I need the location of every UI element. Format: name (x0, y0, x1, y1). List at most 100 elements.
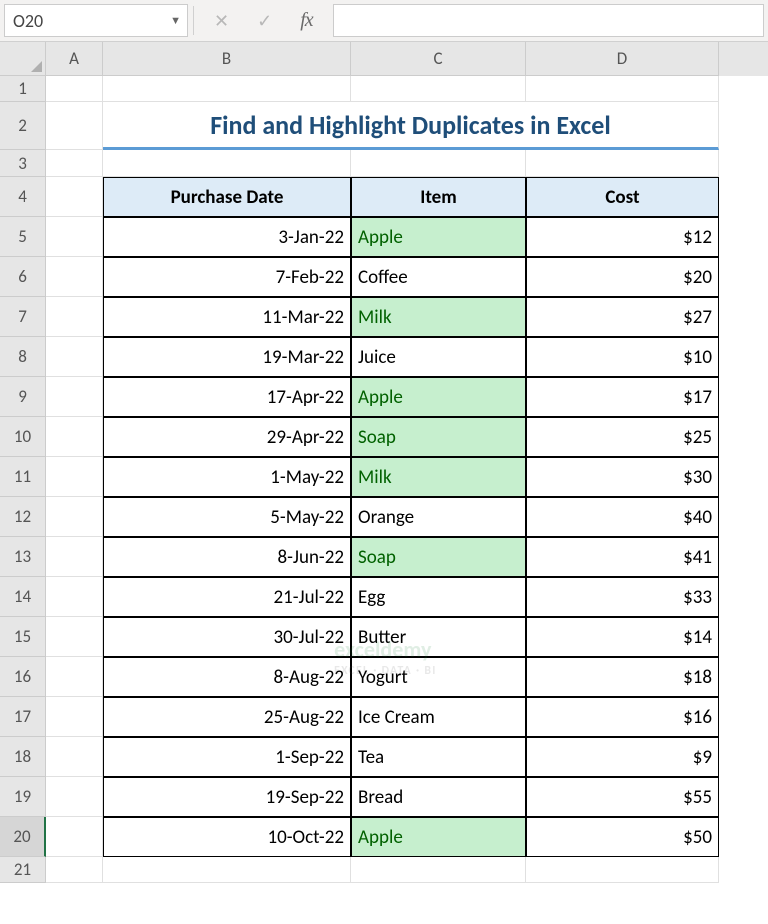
purchase-date-cell[interactable]: 11-Mar-22 (103, 297, 351, 337)
cost-cell[interactable]: $18 (526, 657, 719, 697)
purchase-date-cell[interactable]: 19-Sep-22 (103, 777, 351, 817)
cells-area[interactable]: exceldemy EXCEL · DATA · BI Find and Hig… (46, 76, 768, 883)
col-header-D[interactable]: D (526, 42, 719, 76)
table-header-cell[interactable]: Cost (526, 177, 719, 217)
purchase-date-cell[interactable]: 3-Jan-22 (103, 217, 351, 257)
cell[interactable] (46, 417, 103, 457)
cell[interactable] (46, 817, 103, 857)
cell[interactable] (351, 857, 526, 883)
purchase-date-cell[interactable]: 30-Jul-22 (103, 617, 351, 657)
row-header[interactable]: 21 (0, 857, 46, 883)
row-header[interactable]: 2 (0, 102, 46, 150)
cost-cell[interactable]: $40 (526, 497, 719, 537)
purchase-date-cell[interactable]: 5-May-22 (103, 497, 351, 537)
row-header[interactable]: 6 (0, 257, 46, 297)
purchase-date-cell[interactable]: 19-Mar-22 (103, 337, 351, 377)
cell[interactable] (46, 377, 103, 417)
cell[interactable] (46, 497, 103, 537)
purchase-date-cell[interactable]: 10-Oct-22 (103, 817, 351, 857)
cell[interactable] (103, 76, 351, 102)
item-cell[interactable]: Juice (351, 337, 526, 377)
cost-cell[interactable]: $27 (526, 297, 719, 337)
title-cell[interactable]: Find and Highlight Duplicates in Excel (103, 102, 719, 150)
item-cell[interactable]: Tea (351, 737, 526, 777)
purchase-date-cell[interactable]: 1-May-22 (103, 457, 351, 497)
cell[interactable] (46, 617, 103, 657)
item-cell[interactable]: Apple (351, 217, 526, 257)
cost-cell[interactable]: $17 (526, 377, 719, 417)
item-cell[interactable]: Coffee (351, 257, 526, 297)
item-cell[interactable]: Ice Cream (351, 697, 526, 737)
cost-cell[interactable]: $41 (526, 537, 719, 577)
cell[interactable] (103, 150, 351, 177)
cell[interactable] (46, 857, 103, 883)
cost-cell[interactable]: $9 (526, 737, 719, 777)
cell[interactable] (46, 150, 103, 177)
cell[interactable] (351, 76, 526, 102)
item-cell[interactable]: Milk (351, 297, 526, 337)
item-cell[interactable]: Apple (351, 377, 526, 417)
row-header[interactable]: 8 (0, 337, 46, 377)
cost-cell[interactable]: $30 (526, 457, 719, 497)
row-header[interactable]: 7 (0, 297, 46, 337)
item-cell[interactable]: Bread (351, 777, 526, 817)
cost-cell[interactable]: $50 (526, 817, 719, 857)
cell[interactable] (103, 857, 351, 883)
row-header[interactable]: 1 (0, 76, 46, 102)
chevron-down-icon[interactable]: ▼ (170, 14, 181, 27)
cell[interactable] (46, 577, 103, 617)
cell[interactable] (46, 297, 103, 337)
cost-cell[interactable]: $25 (526, 417, 719, 457)
row-header[interactable]: 20 (0, 817, 46, 857)
cell[interactable] (46, 102, 103, 150)
cell[interactable] (351, 150, 526, 177)
cost-cell[interactable]: $55 (526, 777, 719, 817)
col-header-C[interactable]: C (351, 42, 526, 76)
cost-cell[interactable]: $33 (526, 577, 719, 617)
row-header[interactable]: 5 (0, 217, 46, 257)
item-cell[interactable]: Apple (351, 817, 526, 857)
cell[interactable] (46, 777, 103, 817)
row-header[interactable]: 16 (0, 657, 46, 697)
item-cell[interactable]: Soap (351, 417, 526, 457)
cost-cell[interactable]: $20 (526, 257, 719, 297)
cell[interactable] (526, 857, 719, 883)
row-header[interactable]: 14 (0, 577, 46, 617)
purchase-date-cell[interactable]: 7-Feb-22 (103, 257, 351, 297)
cell[interactable] (46, 697, 103, 737)
col-header-A[interactable]: A (46, 42, 103, 76)
cost-cell[interactable]: $14 (526, 617, 719, 657)
cell[interactable] (46, 737, 103, 777)
purchase-date-cell[interactable]: 8-Jun-22 (103, 537, 351, 577)
table-header-cell[interactable]: Item (351, 177, 526, 217)
formula-input[interactable] (333, 4, 764, 37)
row-header[interactable]: 4 (0, 177, 46, 217)
cell[interactable] (526, 76, 719, 102)
cell[interactable] (46, 537, 103, 577)
purchase-date-cell[interactable]: 21-Jul-22 (103, 577, 351, 617)
cell[interactable] (46, 657, 103, 697)
purchase-date-cell[interactable]: 8-Aug-22 (103, 657, 351, 697)
cell[interactable] (46, 217, 103, 257)
item-cell[interactable]: Butter (351, 617, 526, 657)
row-header[interactable]: 11 (0, 457, 46, 497)
cell[interactable] (46, 457, 103, 497)
table-header-cell[interactable]: Purchase Date (103, 177, 351, 217)
item-cell[interactable]: Soap (351, 537, 526, 577)
row-header[interactable]: 18 (0, 737, 46, 777)
purchase-date-cell[interactable]: 1-Sep-22 (103, 737, 351, 777)
purchase-date-cell[interactable]: 29-Apr-22 (103, 417, 351, 457)
cost-cell[interactable]: $12 (526, 217, 719, 257)
cell[interactable] (46, 177, 103, 217)
purchase-date-cell[interactable]: 17-Apr-22 (103, 377, 351, 417)
item-cell[interactable]: Milk (351, 457, 526, 497)
cost-cell[interactable]: $16 (526, 697, 719, 737)
cost-cell[interactable]: $10 (526, 337, 719, 377)
row-header[interactable]: 12 (0, 497, 46, 537)
item-cell[interactable]: Egg (351, 577, 526, 617)
row-header[interactable]: 3 (0, 150, 46, 177)
item-cell[interactable]: Orange (351, 497, 526, 537)
row-header[interactable]: 19 (0, 777, 46, 817)
select-all-corner[interactable] (0, 42, 46, 76)
purchase-date-cell[interactable]: 25-Aug-22 (103, 697, 351, 737)
